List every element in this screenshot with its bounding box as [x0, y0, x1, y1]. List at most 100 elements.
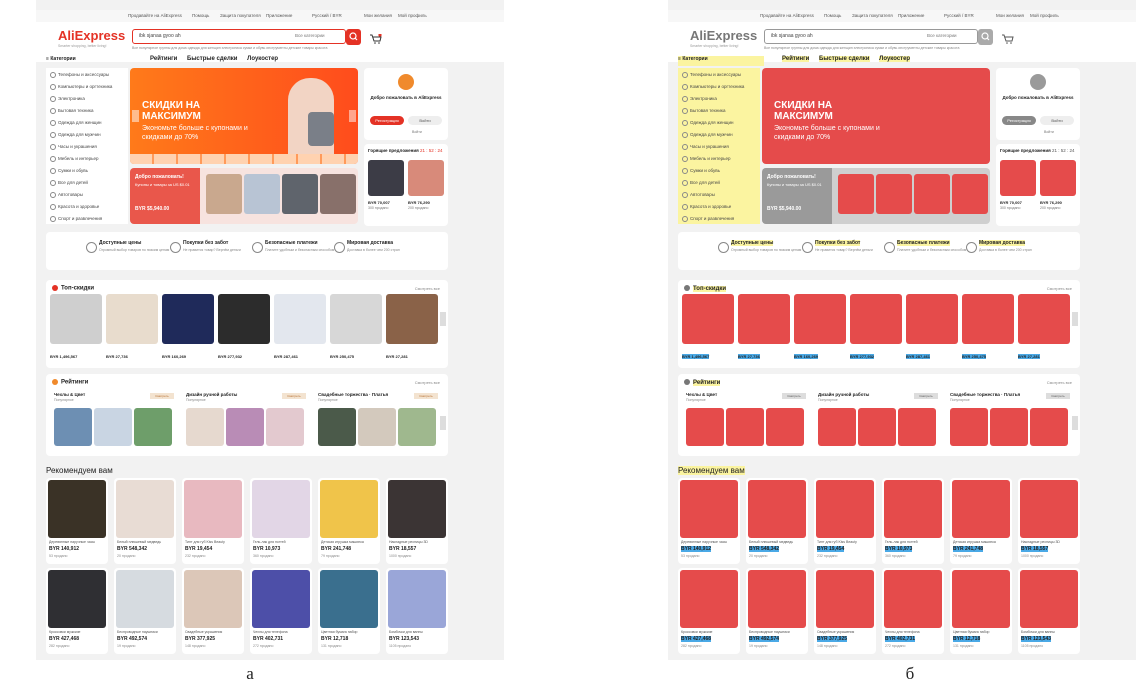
welcome-product-image[interactable]	[876, 174, 912, 214]
product-image[interactable]	[858, 408, 896, 446]
top-link-app[interactable]: Приложение	[898, 13, 924, 18]
product-image[interactable]	[794, 294, 846, 344]
top-link-language[interactable]: Русский / BYR	[944, 13, 974, 18]
category-item[interactable]: Мебель и интерьер	[682, 156, 730, 162]
category-item[interactable]: Телефоны и аксессуары	[50, 72, 109, 78]
welcome-product-image[interactable]	[838, 174, 874, 214]
category-item[interactable]: Бытовая техника	[50, 108, 93, 114]
product-card[interactable]: Бомбочки для ванны BYR 123,543 1105 продан…	[1018, 568, 1080, 654]
product-image[interactable]	[398, 408, 436, 446]
category-item[interactable]: Красота и здоровье	[50, 204, 99, 210]
product-image[interactable]	[906, 294, 958, 344]
product-card[interactable]: Белый плюшевый медведь BYR 548,342 20 прод…	[746, 478, 808, 564]
login-button[interactable]: Войти	[408, 116, 442, 125]
product-image[interactable]	[94, 408, 132, 446]
chevron-right-icon[interactable]	[1072, 312, 1078, 326]
category-item[interactable]: Компьютеры и оргтехника	[682, 84, 744, 90]
category-item[interactable]: Электроника	[50, 96, 85, 102]
product-card[interactable]: Чехлы для телефона BYR 402,731 272 продано	[882, 568, 944, 654]
product-image[interactable]	[1030, 408, 1068, 446]
show-all-link[interactable]: Смотреть все	[415, 380, 440, 385]
top-link-app[interactable]: Приложение	[266, 13, 292, 18]
category-item[interactable]: Одежда для женщин	[682, 120, 734, 126]
deal-image[interactable]	[368, 160, 404, 196]
register-button[interactable]: Регистрация	[370, 116, 404, 125]
product-image[interactable]	[682, 294, 734, 344]
product-card[interactable]: Гель-лак для ногтей BYR 10,973 360 продано	[882, 478, 944, 564]
top-link-help[interactable]: Помощь	[192, 13, 209, 18]
welcome-product-image[interactable]	[244, 174, 280, 214]
product-card[interactable]: Цветная бумага набор BYR 12,718 131 продан…	[950, 568, 1012, 654]
rating-card-button[interactable]: Смотреть	[914, 393, 938, 399]
category-item[interactable]: Красота и здоровье	[682, 204, 731, 210]
other-login-link[interactable]: Войти	[1044, 130, 1054, 134]
product-card[interactable]: Свадебные украшения BYR 377,925 148 продан…	[182, 568, 244, 654]
deal-image[interactable]	[408, 160, 444, 196]
cart-icon[interactable]	[1002, 31, 1014, 44]
product-card[interactable]: Детская игрушка машинка BYR 241,748 79 про…	[950, 478, 1012, 564]
rating-card-button[interactable]: Смотреть	[414, 393, 438, 399]
product-image[interactable]	[726, 408, 764, 446]
product-card[interactable]: Чехлы для телефона BYR 402,731 272 продано	[250, 568, 312, 654]
search-category-select[interactable]: Все категории	[295, 33, 325, 38]
rating-card-button[interactable]: Смотреть	[282, 393, 306, 399]
top-link-help[interactable]: Помощь	[824, 13, 841, 18]
product-image[interactable]	[898, 408, 936, 446]
rating-card[interactable]: Чехлы & Цвет Популярное Смотреть	[686, 392, 810, 456]
product-image[interactable]	[218, 294, 270, 344]
welcome-product-image[interactable]	[952, 174, 988, 214]
product-image[interactable]	[162, 294, 214, 344]
tab-quick-deals[interactable]: Быстрые сделки	[819, 56, 870, 62]
product-image[interactable]	[386, 294, 438, 344]
category-item[interactable]: Часы и украшения	[50, 144, 97, 150]
category-item[interactable]: Автотовары	[50, 192, 83, 198]
tab-ratings[interactable]: Рейтинги	[150, 56, 177, 62]
product-image[interactable]	[106, 294, 158, 344]
search-category-select[interactable]: Все категории	[927, 33, 957, 38]
product-card[interactable]: Беспроводные наушники BYR 492,574 19 прода…	[746, 568, 808, 654]
product-card[interactable]: Деревянные наручные часы BYR 140,912 53 пр…	[46, 478, 108, 564]
chevron-right-icon[interactable]	[349, 110, 356, 122]
top-link-wishlist[interactable]: Мои желания	[996, 13, 1024, 18]
top-link-wishlist[interactable]: Мои желания	[364, 13, 392, 18]
product-card[interactable]: Бомбочки для ванны BYR 123,543 1105 продан…	[386, 568, 448, 654]
categories-button[interactable]: ≡ Категории	[46, 56, 132, 66]
chevron-right-icon[interactable]	[440, 312, 446, 326]
cart-icon[interactable]	[370, 31, 382, 44]
product-card[interactable]: Тинт для губ Kiss Beauty BYR 19,454 232 пр…	[814, 478, 876, 564]
product-image[interactable]	[318, 408, 356, 446]
welcome-promo[interactable]: Добро пожаловать! Купоны и товары за US …	[130, 168, 358, 224]
welcome-product-image[interactable]	[320, 174, 356, 214]
category-item[interactable]: Все для детей	[50, 180, 88, 186]
search-button[interactable]	[346, 29, 361, 45]
register-button[interactable]: Регистрация	[1002, 116, 1036, 125]
welcome-product-image[interactable]	[206, 174, 242, 214]
category-item[interactable]: Спорт и развлечения	[50, 216, 102, 222]
top-link-language[interactable]: Русский / BYR	[312, 13, 342, 18]
category-item[interactable]: Одежда для мужчин	[682, 132, 733, 138]
category-item[interactable]: Часы и украшения	[682, 144, 729, 150]
tab-quick-deals[interactable]: Быстрые сделки	[187, 56, 238, 62]
product-card[interactable]: Детская игрушка машинка BYR 241,748 79 про…	[318, 478, 380, 564]
show-all-link[interactable]: Смотреть все	[1047, 380, 1072, 385]
top-link-protection[interactable]: Защита покупателя	[852, 13, 893, 18]
product-image[interactable]	[134, 408, 172, 446]
deal-image[interactable]	[1040, 160, 1076, 196]
rating-card[interactable]: Дизайн ручной работы Популярное Смотреть	[186, 392, 310, 456]
category-item[interactable]: Автотовары	[682, 192, 715, 198]
product-image[interactable]	[990, 408, 1028, 446]
chevron-right-icon[interactable]	[440, 416, 446, 430]
product-image[interactable]	[962, 294, 1014, 344]
product-image[interactable]	[1018, 294, 1070, 344]
top-link-profile[interactable]: Мой профиль	[398, 13, 427, 18]
category-item[interactable]: Одежда для мужчин	[50, 132, 101, 138]
top-link-sell[interactable]: Продавайте на AliExpress	[760, 13, 814, 18]
product-image[interactable]	[226, 408, 264, 446]
logo[interactable]: AliExpress	[690, 28, 757, 43]
welcome-product-image[interactable]	[914, 174, 950, 214]
login-button[interactable]: Войти	[1040, 116, 1074, 125]
welcome-product-image[interactable]	[282, 174, 318, 214]
rating-card[interactable]: Свадебные торжества · Платья Популярное …	[318, 392, 442, 456]
welcome-promo[interactable]: Добро пожаловать! Купоны и товары за US …	[762, 168, 990, 224]
category-item[interactable]: Одежда для женщин	[50, 120, 102, 126]
